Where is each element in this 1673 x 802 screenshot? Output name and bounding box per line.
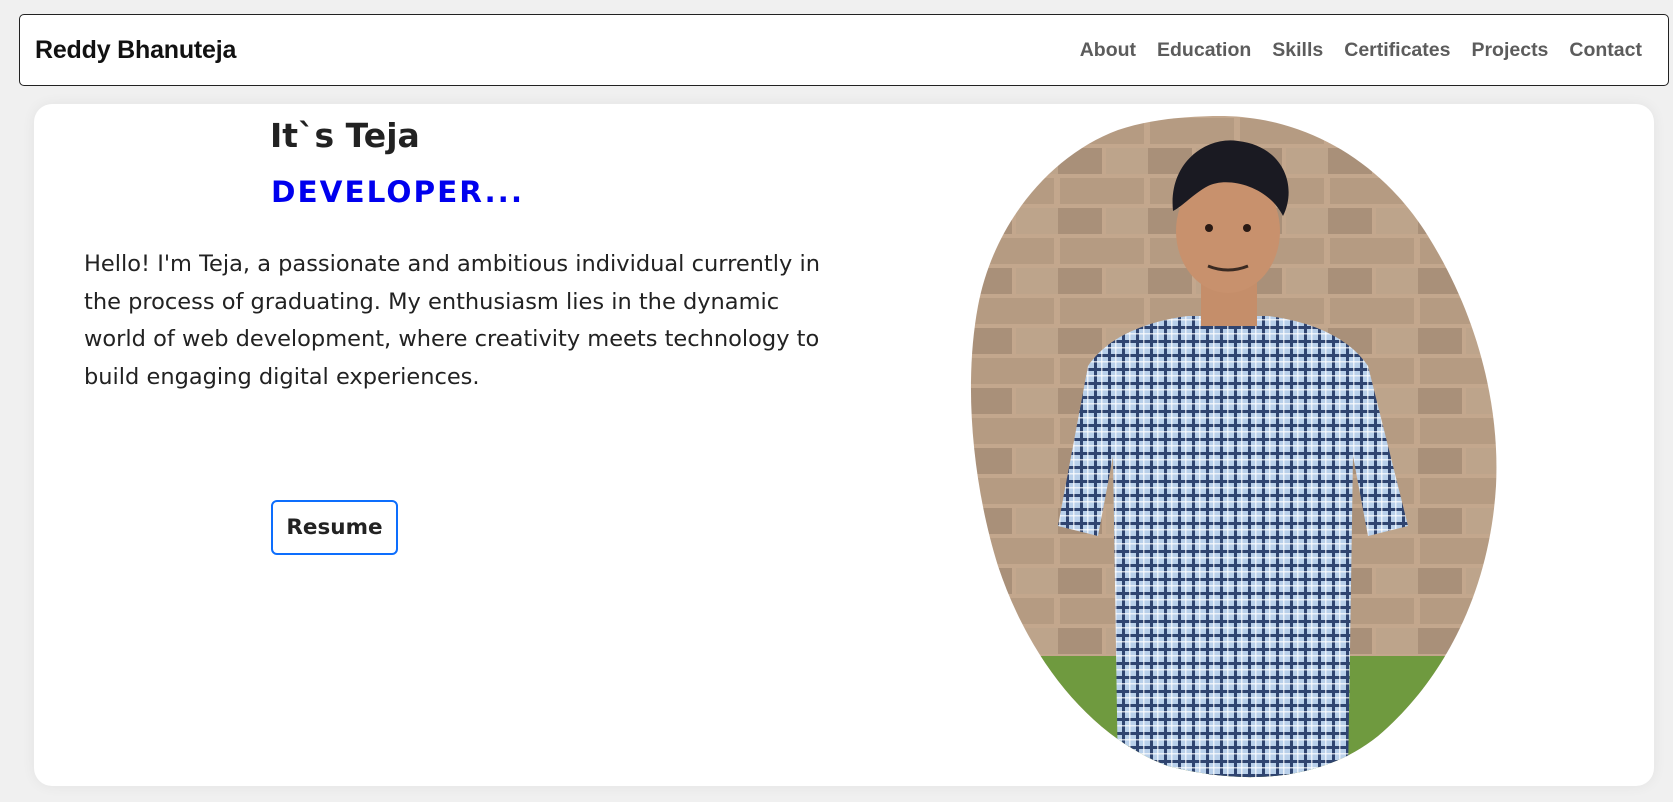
nav-link-projects[interactable]: Projects xyxy=(1471,39,1548,62)
hero-role: DEVELOPER... xyxy=(271,175,525,209)
nav-link-certificates[interactable]: Certificates xyxy=(1344,39,1450,62)
profile-photo xyxy=(970,116,1497,778)
nav-link-contact[interactable]: Contact xyxy=(1569,39,1642,62)
nav-links: About Education Skills Certificates Proj… xyxy=(1080,39,1642,62)
nav-link-skills[interactable]: Skills xyxy=(1272,39,1323,62)
resume-button[interactable]: Resume xyxy=(271,500,398,555)
hero-greeting: It`s Teja xyxy=(270,116,420,155)
nav-link-about[interactable]: About xyxy=(1080,39,1136,62)
hero-card: It`s Teja DEVELOPER... Hello! I'm Teja, … xyxy=(34,104,1654,786)
nav-link-education[interactable]: Education xyxy=(1157,39,1251,62)
navbar: Reddy Bhanuteja About Education Skills C… xyxy=(19,14,1669,86)
brand-name[interactable]: Reddy Bhanuteja xyxy=(35,36,236,65)
hero-intro: Hello! I'm Teja, a passionate and ambiti… xyxy=(84,251,820,390)
